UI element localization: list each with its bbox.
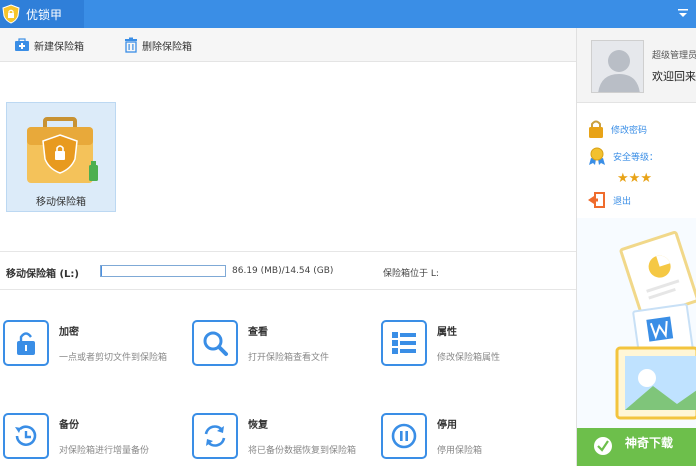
new-vault-label: 新建保险箱: [34, 41, 84, 53]
search-icon: [203, 331, 228, 356]
vault-drive-name: 移动保险箱 (L:): [6, 269, 79, 280]
restore-icon: [204, 425, 226, 447]
padlock-icon: [589, 120, 603, 138]
backup-action[interactable]: 备份 对保险箱进行增量备份: [3, 413, 189, 466]
disable-desc: 停用保险箱: [437, 446, 483, 456]
app-title: 优锁甲: [26, 8, 63, 22]
properties-desc: 修改保险箱属性: [437, 353, 501, 363]
toolbar: 新建保险箱 删除保险箱: [0, 28, 576, 62]
capacity-progress-fill: [101, 266, 103, 276]
backup-icon-box: [3, 413, 49, 459]
medal-icon: [589, 147, 605, 165]
title-bar: 优锁甲: [0, 0, 696, 28]
backup-desc: 对保险箱进行增量备份: [59, 446, 150, 456]
disable-title: 停用: [437, 420, 457, 431]
security-star-icon: ★: [640, 171, 652, 186]
view-desc: 打开保险箱查看文件: [248, 353, 330, 363]
user-panel: 超级管理员 欢迎回来 修改密码 安全等级： ★★★ 退出 神奇下载: [576, 28, 696, 466]
disable-action[interactable]: 停用 停用保险箱: [381, 413, 567, 466]
disable-icon-box: [381, 413, 427, 459]
actions-panel: 加密 一点或者剪切文件到保险箱 查看 打开保险箱查看文件 属性 修改保险箱属性: [0, 290, 576, 466]
encrypt-desc: 一点或者剪切文件到保险箱: [59, 353, 168, 363]
encrypt-title: 加密: [59, 327, 79, 338]
security-level-label: 安全等级：: [613, 152, 659, 163]
watermark-text: 神奇下载: [625, 436, 674, 450]
restore-action[interactable]: 恢复 将已备份数据恢复到保险箱: [192, 413, 378, 466]
dropdown-menu-icon[interactable]: [676, 6, 690, 20]
properties-icon-box: [381, 320, 427, 366]
vault-status: 移动保险箱 (L:) 86.19 (MB)/14.54 (GB) 保险箱位于 L…: [0, 252, 576, 290]
backup-clock-icon: [15, 425, 37, 446]
view-action[interactable]: 查看 打开保险箱查看文件: [192, 320, 378, 380]
security-star-icon: ★: [617, 171, 629, 186]
pause-icon: [391, 423, 417, 449]
promo-illustration: 神奇下载: [577, 218, 696, 466]
safe-box-icon: [27, 117, 98, 183]
list-icon: [392, 332, 416, 354]
vault-tile[interactable]: 移动保险箱: [6, 102, 116, 212]
shield-logo-icon: [2, 4, 20, 24]
view-title: 查看: [248, 327, 268, 338]
properties-action[interactable]: 属性 修改保险箱属性: [381, 320, 567, 380]
welcome-text: 欢迎回来: [652, 70, 696, 83]
capacity-progress-bar: [100, 265, 226, 277]
delete-vault-button[interactable]: 删除保险箱: [124, 36, 192, 54]
vault-location-text: 保险箱位于 L:: [383, 269, 439, 279]
new-vault-button[interactable]: 新建保险箱: [14, 36, 84, 54]
documents-illustration: [577, 218, 696, 466]
backup-title: 备份: [59, 420, 79, 431]
logout-link[interactable]: 退出: [587, 190, 631, 210]
security-level-row: 安全等级：: [587, 146, 658, 166]
avatar: [591, 40, 644, 93]
view-icon-box: [192, 320, 238, 366]
user-silhouette-icon: [592, 41, 643, 92]
new-vault-icon: [15, 38, 29, 51]
change-password-link[interactable]: 修改密码: [587, 119, 647, 139]
restore-icon-box: [192, 413, 238, 459]
restore-title: 恢复: [248, 420, 268, 431]
lock-icon: [17, 332, 35, 355]
encrypt-icon-box: [3, 320, 49, 366]
logout-label: 退出: [613, 196, 632, 207]
vault-list: 移动保险箱: [0, 62, 576, 252]
security-star-icon: ★: [628, 171, 641, 186]
delete-vault-label: 删除保险箱: [142, 41, 192, 53]
app-tab[interactable]: 优锁甲: [0, 0, 84, 28]
properties-title: 属性: [437, 327, 457, 338]
user-info: 超级管理员 欢迎回来: [577, 28, 696, 103]
trash-icon: [125, 37, 137, 53]
logout-door-icon: [588, 192, 605, 208]
change-password-label: 修改密码: [611, 125, 648, 136]
user-name: 超级管理员: [652, 51, 696, 61]
vault-label: 移动保险箱: [36, 197, 86, 208]
security-level-stars: ★★★: [617, 171, 652, 186]
capacity-usage-text: 86.19 (MB)/14.54 (GB): [232, 266, 334, 276]
encrypt-action[interactable]: 加密 一点或者剪切文件到保险箱: [3, 320, 189, 380]
restore-desc: 将已备份数据恢复到保险箱: [248, 446, 357, 456]
